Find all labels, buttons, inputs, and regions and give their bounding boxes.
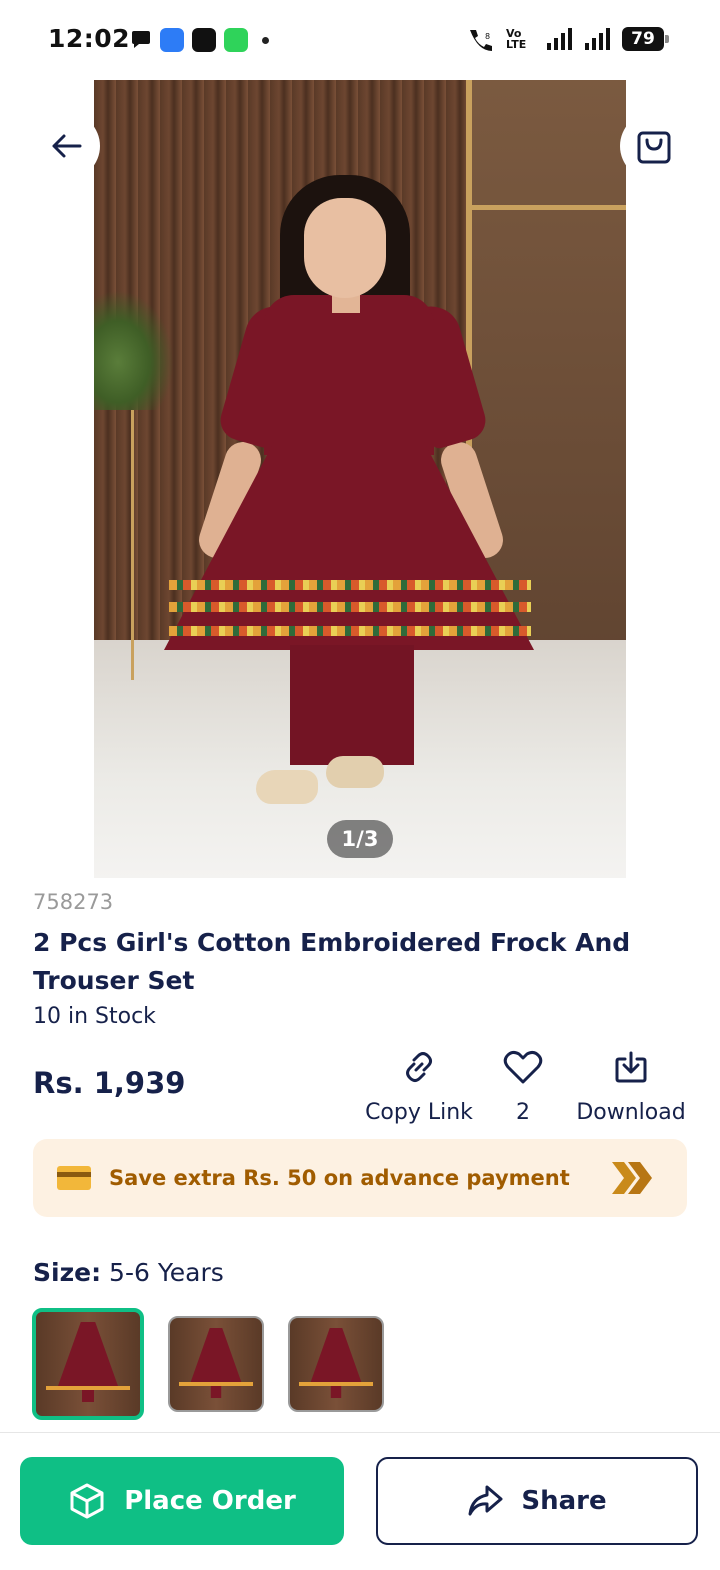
- frock-border-2: [169, 602, 531, 612]
- share-arrow-icon: [468, 1485, 503, 1516]
- like-count: 2: [516, 1100, 530, 1125]
- system-icons: 8 Vo LTE 79: [466, 26, 669, 52]
- advance-payment-banner[interactable]: Save extra Rs. 50 on advance payment: [33, 1139, 687, 1217]
- download-label: Download: [576, 1100, 686, 1125]
- heart-icon: [503, 1050, 543, 1084]
- status-time: 12:02: [48, 24, 131, 53]
- image-counter: 1/3: [327, 820, 393, 858]
- cart-button[interactable]: [620, 112, 688, 180]
- signal-icon-1: [547, 28, 572, 50]
- frock-bodice: [264, 295, 434, 455]
- thumbnail-border: [179, 1382, 253, 1386]
- thumbnail-dress: [310, 1328, 362, 1398]
- back-button[interactable]: [32, 112, 100, 180]
- variant-thumbnail-3[interactable]: [288, 1316, 384, 1412]
- share-button[interactable]: Share: [376, 1457, 698, 1545]
- shoe-right: [326, 756, 384, 788]
- trouser-right: [352, 645, 414, 765]
- frock-border-3: [169, 626, 531, 636]
- link-icon: [406, 1052, 432, 1082]
- svg-text:8: 8: [485, 32, 490, 41]
- arrow-left-icon: [52, 134, 82, 158]
- size-value: 5-6 Years: [109, 1258, 224, 1287]
- share-label: Share: [521, 1486, 607, 1516]
- notification-icons: [130, 28, 269, 52]
- more-notifications-dot: [262, 36, 269, 44]
- app-icon-blue: [160, 28, 184, 52]
- shoe-left: [256, 770, 318, 804]
- thumbnail-dress: [190, 1328, 242, 1398]
- frock-border-1: [169, 580, 531, 590]
- download-button[interactable]: Download: [570, 1046, 692, 1125]
- bottom-action-bar: Place Order Share: [0, 1432, 720, 1570]
- thumbnail-dress: [58, 1322, 118, 1402]
- download-icon: [615, 1051, 647, 1083]
- double-chevron-right-icon: [611, 1162, 652, 1194]
- like-button[interactable]: 2: [496, 1046, 550, 1125]
- size-label: Size:: [33, 1258, 102, 1287]
- product-image[interactable]: 1/3: [94, 80, 626, 878]
- credit-card-icon: [57, 1166, 91, 1190]
- copy-link-button[interactable]: Copy Link: [362, 1046, 476, 1125]
- image-plant-stand: [94, 410, 134, 680]
- image-gold-trim-h: [466, 205, 626, 210]
- size-selector-label: Size: 5-6 Years: [33, 1258, 224, 1287]
- shopping-bag-icon: [637, 131, 671, 164]
- model-face: [304, 198, 386, 298]
- signal-icon-2: [585, 28, 610, 50]
- chat-icon: [132, 31, 150, 48]
- variant-thumbnail-2[interactable]: [168, 1316, 264, 1412]
- box-icon: [70, 1483, 104, 1519]
- promo-text: Save extra Rs. 50 on advance payment: [109, 1166, 570, 1190]
- product-price: Rs. 1,939: [33, 1066, 186, 1100]
- stock-status: 10 in Stock: [33, 1004, 156, 1029]
- variant-thumbnail-1[interactable]: [32, 1308, 144, 1420]
- copy-link-label: Copy Link: [365, 1100, 473, 1125]
- battery-icon: 79: [622, 27, 669, 51]
- image-plant: [94, 290, 174, 410]
- app-icon-green: [224, 28, 248, 52]
- status-bar: 12:02 8 Vo LTE 79: [0, 0, 720, 80]
- place-order-button[interactable]: Place Order: [20, 1457, 344, 1545]
- product-title: 2 Pcs Girl's Cotton Embroidered Frock An…: [33, 928, 631, 995]
- trouser-left: [290, 645, 352, 765]
- thumbnail-border: [46, 1386, 130, 1390]
- product-sku: 758273: [33, 890, 114, 914]
- tiktok-icon: [192, 28, 216, 52]
- thumbnail-border: [299, 1382, 373, 1386]
- volte-label: Vo LTE: [506, 27, 527, 51]
- wifi-call-icon: 8: [470, 30, 492, 51]
- place-order-label: Place Order: [124, 1486, 296, 1516]
